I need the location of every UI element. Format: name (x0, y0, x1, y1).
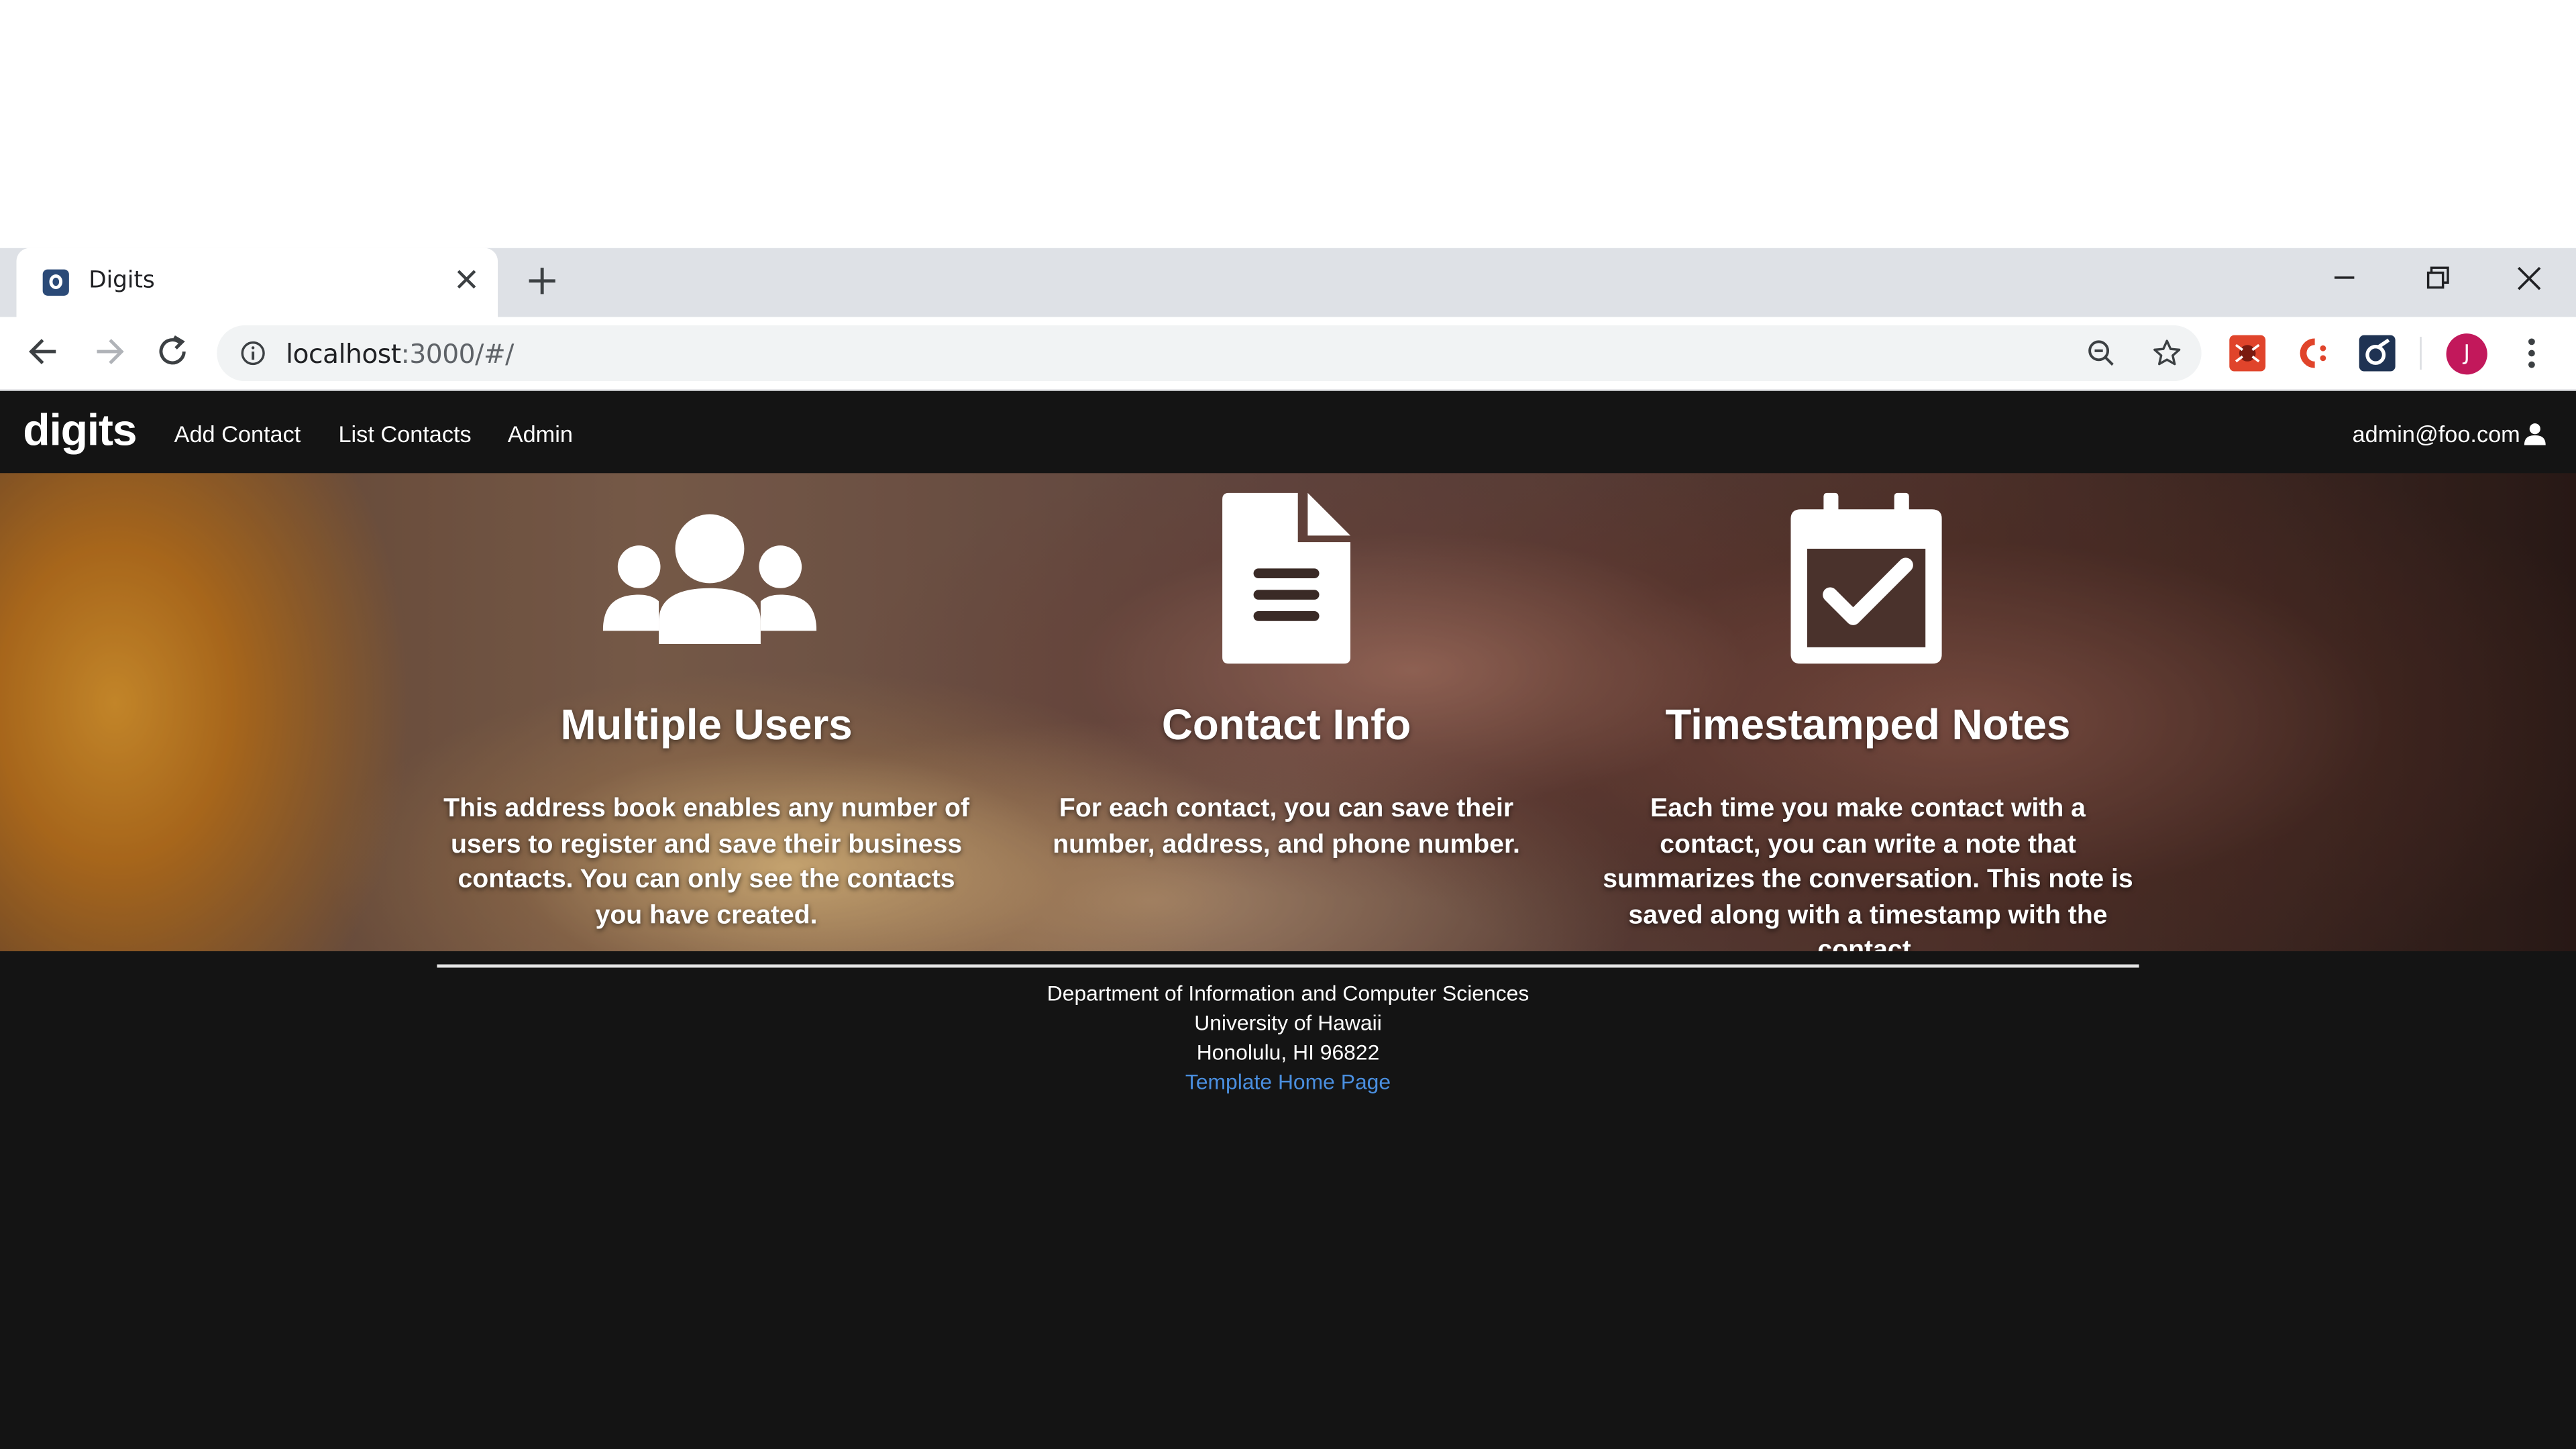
site-footer: Department of Information and Computer S… (0, 979, 2576, 1097)
extension-octo-icon[interactable] (2357, 333, 2397, 373)
tab-title: Digits (89, 268, 155, 294)
more-menu-icon[interactable] (2514, 335, 2550, 372)
web-page: digits Add Contact List Contacts Admin a… (0, 390, 2576, 1449)
nav-add-contact[interactable]: Add Contact (174, 421, 301, 447)
template-home-link[interactable]: Template Home Page (1185, 1069, 1391, 1094)
forward-icon[interactable] (87, 330, 130, 373)
feature-title: Contact Info (1161, 700, 1411, 749)
restore-icon[interactable] (2415, 258, 2458, 301)
extension-c-icon[interactable] (2294, 333, 2333, 373)
landing-hero: Multiple Users This address book enables… (0, 473, 2576, 951)
info-icon[interactable] (240, 340, 266, 366)
feature-description: For each contact, you can save their num… (1053, 795, 1520, 859)
user-email: admin@foo.com (2352, 420, 2520, 447)
site-navbar: digits Add Contact List Contacts Admin a… (0, 390, 2576, 474)
address-bar[interactable]: localhost:3000/#/ (217, 325, 2202, 382)
brand-logo-link[interactable]: digits (23, 406, 137, 457)
profile-avatar[interactable]: J (2446, 333, 2487, 375)
browser-tab[interactable]: Digits (16, 248, 498, 317)
feature-title: Timestamped Notes (1665, 700, 2071, 749)
footer-divider (437, 964, 2139, 968)
user-dropdown[interactable]: admin@foo.com (2353, 421, 2546, 447)
zoom-out-icon[interactable] (2086, 338, 2116, 368)
feature-description: Each time you make contact with a contac… (1603, 795, 2133, 951)
toolbar-separator (2420, 337, 2422, 370)
extension-bug-icon[interactable] (2228, 333, 2267, 373)
back-icon[interactable] (23, 330, 66, 373)
screen: Digits localhost:3000/#/ J digits Add Co… (0, 0, 2576, 1449)
footer-address: Honolulu, HI 96822 (1196, 1040, 1380, 1065)
footer-department: Department of Information and Computer S… (1046, 981, 1529, 1006)
bookmark-star-icon[interactable] (2152, 338, 2182, 368)
calendar-check-icon (1790, 492, 1942, 664)
favicon-icon (42, 269, 69, 296)
users-icon (602, 514, 817, 645)
url-text[interactable]: localhost:3000/#/ (286, 338, 514, 370)
reload-icon[interactable] (151, 330, 194, 373)
new-tab-icon[interactable] (526, 264, 559, 297)
footer-university: University of Hawaii (1194, 1010, 1382, 1035)
file-icon (1222, 492, 1351, 664)
nav-admin[interactable]: Admin (508, 421, 573, 447)
feature-title: Multiple Users (560, 700, 853, 749)
minimize-icon[interactable] (2323, 258, 2366, 301)
nav-list-contacts[interactable]: List Contacts (338, 421, 471, 447)
close-window-icon[interactable] (2509, 258, 2552, 301)
feature-description: This address book enables any number of … (443, 795, 969, 929)
close-tab-icon[interactable] (453, 266, 480, 292)
user-icon (2524, 423, 2546, 445)
browser-toolbar: localhost:3000/#/ J (0, 317, 2576, 391)
